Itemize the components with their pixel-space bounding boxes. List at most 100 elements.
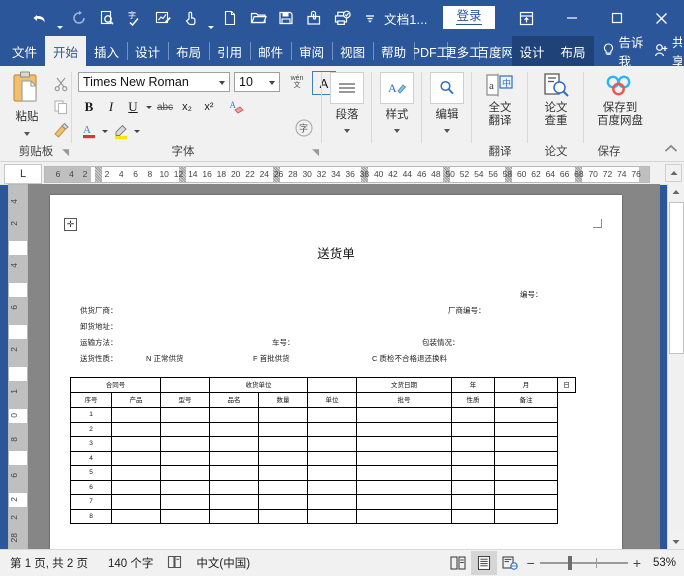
sign-in-button[interactable]: 登录 xyxy=(443,6,495,31)
styles-dropdown-icon[interactable] xyxy=(379,122,415,136)
save-icon[interactable] xyxy=(272,3,300,33)
table-cell[interactable] xyxy=(160,450,210,466)
tab-file[interactable]: 文件 xyxy=(0,36,45,66)
document-canvas[interactable]: ✛ 送货单 编号： 供货厂商： 厂商编号： 卸货地址： 运输方法： 车号： 包装… xyxy=(28,184,660,550)
undo-dropdown-icon[interactable] xyxy=(54,0,65,38)
table-header-cell[interactable]: 年 xyxy=(451,377,495,393)
table-column-header[interactable]: 批号 xyxy=(356,392,452,408)
table-cell[interactable] xyxy=(307,436,357,452)
table-column-header[interactable]: 备注 xyxy=(494,392,558,408)
table-row[interactable]: 1 xyxy=(70,407,576,423)
chevron-down-icon[interactable] xyxy=(219,81,225,85)
table-header-cell[interactable]: 合同号 xyxy=(70,377,161,393)
table-cell[interactable] xyxy=(111,421,161,437)
editing-dropdown-icon[interactable] xyxy=(429,122,465,136)
tab-table-layout[interactable]: 布局 xyxy=(552,36,594,66)
table-column-header[interactable]: 品名 xyxy=(209,392,259,408)
table-row[interactable]: 5 xyxy=(70,465,576,481)
table-cell[interactable] xyxy=(160,494,210,510)
zoom-level[interactable]: 53% xyxy=(646,557,676,569)
table-cell[interactable] xyxy=(160,421,210,437)
table-header-cell[interactable]: 月 xyxy=(494,377,558,393)
share-button[interactable]: 共享 xyxy=(654,36,684,69)
table-row-number[interactable]: 2 xyxy=(70,421,112,437)
tab-design[interactable]: 设计 xyxy=(127,36,168,66)
table-cell[interactable] xyxy=(258,465,308,481)
table-cell[interactable] xyxy=(356,508,452,524)
cut-button[interactable] xyxy=(50,72,72,95)
table-cell[interactable] xyxy=(307,494,357,510)
table-move-handle[interactable]: ✛ xyxy=(64,218,77,231)
table-cell[interactable] xyxy=(258,479,308,495)
table-cell[interactable] xyxy=(209,421,259,437)
spelling-check-icon[interactable]: 字 xyxy=(121,3,149,33)
clear-formatting-button[interactable]: A xyxy=(226,96,248,118)
table-cell[interactable] xyxy=(451,465,495,481)
save-to-netdisk-label[interactable]: 保存到 百度网盘 xyxy=(584,102,656,128)
table-cell[interactable] xyxy=(160,479,210,495)
table-cell[interactable] xyxy=(258,450,308,466)
table-cell[interactable] xyxy=(111,508,161,524)
table-row-number[interactable]: 1 xyxy=(70,407,112,423)
baidu-netdisk-icon[interactable] xyxy=(604,74,636,99)
table-header-cell[interactable]: 日 xyxy=(557,377,576,393)
undo-icon[interactable] xyxy=(26,3,54,33)
table-row-number[interactable]: 7 xyxy=(70,494,112,510)
minimize-button[interactable] xyxy=(549,0,594,36)
table-cell[interactable] xyxy=(111,494,161,510)
tab-review[interactable]: 审阅 xyxy=(291,36,332,66)
table-column-header[interactable]: 数量 xyxy=(258,392,308,408)
table-row-number[interactable]: 8 xyxy=(70,508,112,524)
vertical-ruler[interactable]: 4 2 4 6 2 1 0 8 6 2 2 28 xyxy=(8,184,28,552)
table-cell[interactable] xyxy=(209,436,259,452)
strikethrough-button[interactable]: abc xyxy=(154,96,176,118)
open-folder-icon[interactable] xyxy=(244,3,272,33)
document-page[interactable]: ✛ 送货单 编号： 供货厂商： 厂商编号： 卸货地址： 运输方法： 车号： 包装… xyxy=(50,195,622,550)
italic-button[interactable]: I xyxy=(100,96,122,118)
language-indicator[interactable]: 中文(中国) xyxy=(186,555,260,571)
table-cell[interactable] xyxy=(111,479,161,495)
table-cell[interactable] xyxy=(356,450,452,466)
table-cell[interactable] xyxy=(111,436,161,452)
translate-icon[interactable]: a中 xyxy=(485,72,515,101)
table-cell[interactable] xyxy=(258,407,308,423)
table-cell[interactable] xyxy=(356,421,452,437)
table-cell[interactable] xyxy=(307,465,357,481)
font-color-button[interactable]: A xyxy=(78,120,100,142)
superscript-button[interactable]: x² xyxy=(198,96,220,118)
table-cell[interactable] xyxy=(307,421,357,437)
edit-chart-icon[interactable] xyxy=(149,3,177,33)
paper-check-label[interactable]: 论文 查重 xyxy=(528,102,584,128)
table-cell[interactable] xyxy=(209,450,259,466)
read-mode-icon[interactable] xyxy=(445,551,471,575)
scrollbar-down-button[interactable] xyxy=(668,534,684,550)
table-cell[interactable] xyxy=(494,508,558,524)
table-cell[interactable] xyxy=(209,508,259,524)
bold-button[interactable]: B xyxy=(78,96,100,118)
circled-character-button[interactable]: 字 xyxy=(294,118,314,141)
table-cell[interactable] xyxy=(307,508,357,524)
ribbon-display-options-icon[interactable] xyxy=(504,0,549,36)
table-column-header[interactable]: 性质 xyxy=(451,392,495,408)
table-cell[interactable] xyxy=(494,436,558,452)
table-header-cell[interactable] xyxy=(160,377,210,393)
touch-mode-dropdown-icon[interactable] xyxy=(205,0,216,38)
table-row[interactable]: 2 xyxy=(70,421,576,437)
table-cell[interactable] xyxy=(307,450,357,466)
zoom-out-button[interactable]: − xyxy=(527,555,535,571)
table-cell[interactable] xyxy=(451,407,495,423)
close-button[interactable] xyxy=(639,0,684,36)
zoom-in-button[interactable]: + xyxy=(633,555,641,571)
paste-button[interactable]: 粘贴 xyxy=(6,70,48,139)
table-row[interactable]: 3 xyxy=(70,436,576,452)
table-cell[interactable] xyxy=(494,494,558,510)
table-cell[interactable] xyxy=(451,479,495,495)
font-dialog-launcher[interactable]: ◥ xyxy=(312,147,319,158)
full-text-translate-label[interactable]: 全文 翻译 xyxy=(472,102,528,128)
print-preview-icon[interactable] xyxy=(93,3,121,33)
print-layout-icon[interactable] xyxy=(470,551,497,575)
tab-table-design[interactable]: 设计 xyxy=(511,36,553,66)
scroll-up-button[interactable] xyxy=(665,164,682,182)
underline-button[interactable]: U xyxy=(122,96,144,118)
paragraph-dropdown-icon[interactable] xyxy=(329,122,365,136)
